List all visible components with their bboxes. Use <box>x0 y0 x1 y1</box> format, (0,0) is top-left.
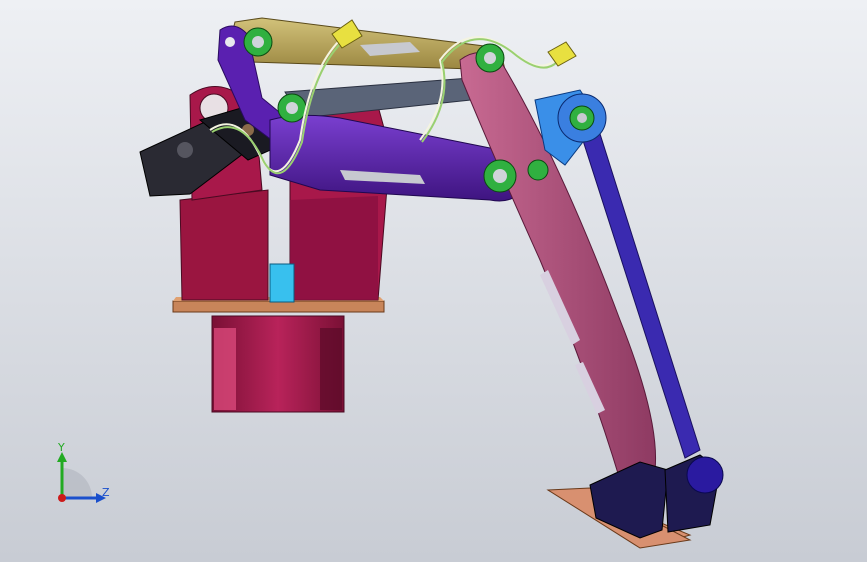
orientation-triad <box>57 452 106 503</box>
center-shaft <box>269 263 295 303</box>
robot-arm-model[interactable] <box>0 0 867 562</box>
cad-viewport[interactable]: Y Z <box>0 0 867 562</box>
y-axis-label: Y <box>58 441 65 454</box>
stepper-motor <box>211 315 345 413</box>
triad-quadrant <box>62 468 92 498</box>
z-axis-label: Z <box>102 486 110 499</box>
x-axis-dot <box>58 494 66 502</box>
